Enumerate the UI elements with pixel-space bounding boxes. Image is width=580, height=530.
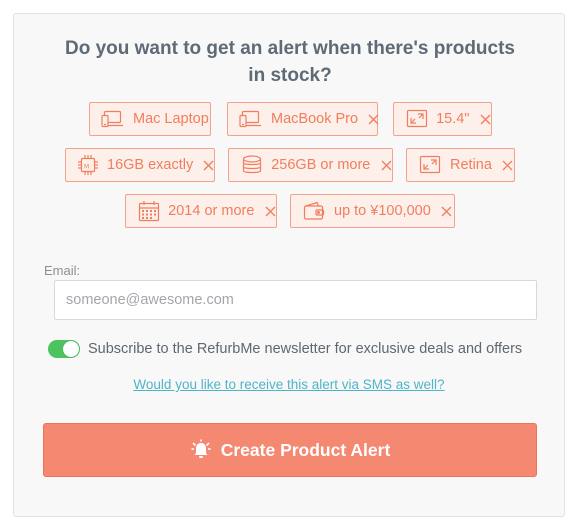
newsletter-toggle[interactable] xyxy=(48,340,80,358)
newsletter-label: Subscribe to the RefurbMe newsletter for… xyxy=(88,341,523,357)
filter-chip-label: up to ¥100,000 xyxy=(334,203,431,219)
filter-chip-label: MacBook Pro xyxy=(271,111,359,127)
filter-chip-label: 256GB or more xyxy=(271,157,371,173)
email-input[interactable] xyxy=(54,280,537,320)
filter-chip-memory[interactable]: M 16GB exactly xyxy=(65,148,215,182)
filter-chip-price[interactable]: up to ¥100,000 xyxy=(290,194,455,228)
screen-size-icon xyxy=(405,108,428,130)
close-icon[interactable] xyxy=(380,159,392,171)
filter-chip-macbook-pro[interactable]: MacBook Pro xyxy=(227,102,379,136)
laptop-phone-icon xyxy=(239,108,263,130)
filter-chip-label: Retina xyxy=(450,157,492,173)
close-icon[interactable] xyxy=(502,159,514,171)
screen-size-icon xyxy=(418,154,442,176)
sms-alert-link[interactable]: Would you like to receive this alert via… xyxy=(14,377,564,392)
close-icon[interactable] xyxy=(441,205,453,217)
alarm-bell-icon xyxy=(190,439,212,461)
memory-chip-icon: M xyxy=(77,154,99,176)
create-alert-label: Create Product Alert xyxy=(220,439,391,460)
create-alert-button[interactable]: Create Product Alert xyxy=(43,423,537,477)
filter-chip-storage[interactable]: 256GB or more xyxy=(228,148,393,182)
alert-card: Do you want to get an alert when there's… xyxy=(13,13,565,517)
wallet-icon xyxy=(302,200,326,222)
calendar-icon xyxy=(137,200,160,222)
laptop-phone-icon xyxy=(101,108,125,130)
svg-text:M: M xyxy=(84,164,89,171)
close-icon[interactable] xyxy=(479,113,491,125)
filter-chip-retina[interactable]: Retina xyxy=(406,148,515,182)
close-icon[interactable] xyxy=(368,113,379,125)
email-label: Email: xyxy=(44,263,81,278)
filter-chip-label: 15.4" xyxy=(436,111,470,127)
storage-disk-icon xyxy=(240,154,263,176)
filter-chip-mac-laptop[interactable]: Mac Laptop xyxy=(89,102,211,136)
page-title: Do you want to get an alert when there's… xyxy=(64,38,516,86)
filter-chip-label: 2014 or more xyxy=(168,203,255,219)
filter-chip-year[interactable]: 2014 or more xyxy=(125,194,277,228)
close-icon[interactable] xyxy=(203,159,214,171)
close-icon[interactable] xyxy=(264,205,276,217)
filter-chip-label: Mac Laptop xyxy=(133,111,209,127)
filter-chip-screen-size[interactable]: 15.4" xyxy=(393,102,492,136)
toggle-knob xyxy=(63,341,79,357)
filter-chip-label: 16GB exactly xyxy=(107,157,194,173)
